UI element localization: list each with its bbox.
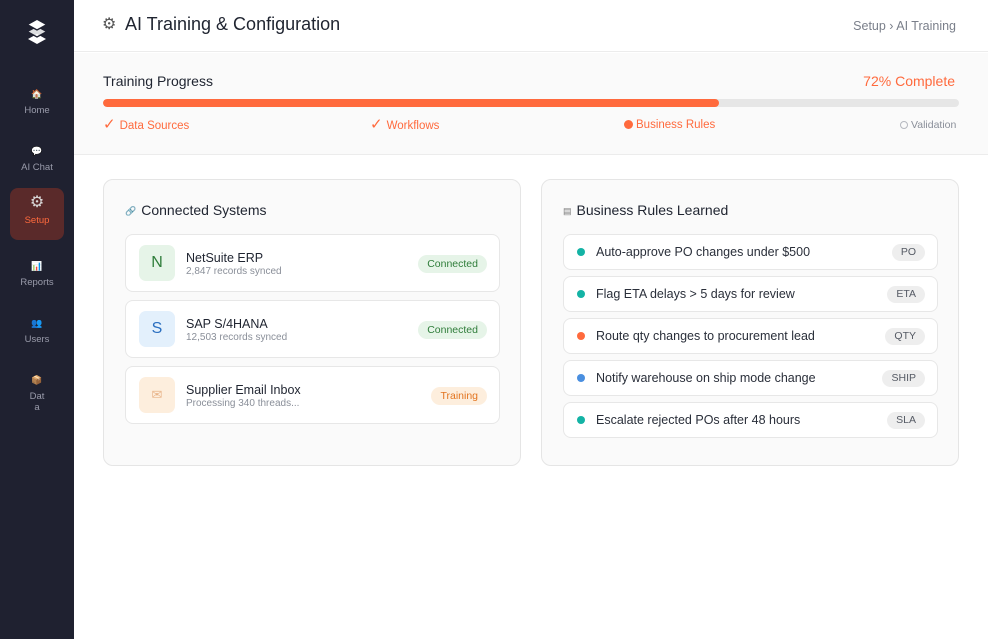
bar-chart-icon: 📊 — [31, 261, 43, 271]
sidebar-item-reports[interactable]: 📊 Reports — [10, 256, 64, 308]
box-icon: 📦 — [31, 375, 43, 385]
rule-item[interactable]: Notify warehouse on ship mode change SHI… — [563, 360, 938, 396]
system-avatar: N — [139, 245, 175, 281]
status-dot-icon — [577, 332, 585, 340]
checkmark-icon: ✓ — [370, 116, 383, 133]
rule-text: Auto-approve PO changes under $500 — [596, 245, 811, 259]
page-header: ⚙ AI Training & Configuration Setup › AI… — [74, 0, 988, 52]
business-rules-card: ▤ Business Rules Learned Auto-approve PO … — [541, 179, 959, 466]
status-dot-icon — [577, 290, 585, 298]
system-item-netsuite[interactable]: N NetSuite ERP 2,847 records synced Conn… — [125, 234, 500, 292]
rule-item[interactable]: Route qty changes to procurement lead QT… — [563, 318, 938, 354]
sidebar-item-label: Home — [24, 105, 50, 116]
rule-tag: PO — [891, 244, 925, 261]
sidebar-item-home[interactable]: 🏠 Home — [10, 84, 64, 136]
system-name: SAP S/4HANA — [186, 317, 268, 331]
rule-text: Escalate rejected POs after 48 hours — [596, 413, 801, 427]
status-dot-icon — [577, 248, 585, 256]
system-avatar: S — [139, 311, 175, 347]
system-item-sap[interactable]: S SAP S/4HANA 12,503 records synced Conn… — [125, 300, 500, 358]
system-item-supplier-email[interactable]: ✉ Supplier Email Inbox Processing 340 th… — [125, 366, 500, 424]
system-meta: 2,847 records synced — [186, 266, 282, 277]
sidebar-item-label: Setup — [24, 215, 50, 226]
sidebar-item-label: AI Chat — [21, 162, 53, 173]
circle-outline-icon — [900, 121, 908, 129]
home-icon: 🏠 — [31, 89, 43, 99]
rule-tag: QTY — [885, 328, 925, 345]
sidebar-item-label: Reports — [20, 277, 54, 288]
rule-tag: SHIP — [882, 370, 925, 387]
progress-label: Training Progress — [103, 73, 213, 89]
rule-item[interactable]: Escalate rejected POs after 48 hours SLA — [563, 402, 938, 438]
chat-bubble-icon: 💬 — [31, 146, 43, 156]
rule-text: Notify warehouse on ship mode change — [596, 371, 816, 385]
system-meta: 12,503 records synced — [186, 332, 288, 343]
status-dot-icon — [577, 374, 585, 382]
gear-icon: ⚙ — [29, 194, 45, 211]
card-title: 🔗 Connected Systems — [125, 202, 267, 218]
rule-text: Route qty changes to procurement lead — [596, 329, 815, 343]
system-name: Supplier Email Inbox — [186, 383, 301, 397]
status-dot-icon — [577, 416, 585, 424]
status-badge: Training — [431, 387, 487, 405]
rule-item[interactable]: Auto-approve PO changes under $500 PO — [563, 234, 938, 270]
connected-systems-card: 🔗 Connected Systems N NetSuite ERP 2,847 … — [103, 179, 521, 466]
list-icon: ▤ — [563, 206, 572, 216]
step-workflows[interactable]: ✓ Workflows — [370, 117, 439, 134]
sidebar-item-users[interactable]: 👥 Users — [10, 313, 64, 365]
dot-icon — [624, 120, 633, 129]
card-title: ▤ Business Rules Learned — [563, 202, 728, 218]
rule-item[interactable]: Flag ETA delays > 5 days for review ETA — [563, 276, 938, 312]
progress-bar-fill — [103, 99, 720, 107]
step-business-rules[interactable]: Business Rules — [624, 117, 715, 133]
logo-icon[interactable] — [25, 19, 49, 45]
sidebar-item-label: Users — [24, 334, 50, 345]
sidebar-item-setup[interactable]: ⚙ Setup — [10, 188, 64, 240]
sidebar-item-data[interactable]: 📦 Dat a — [10, 370, 64, 422]
step-data-sources[interactable]: ✓ Data Sources — [103, 117, 189, 134]
card-title-text: Connected Systems — [141, 202, 267, 218]
sidebar-item-label: Dat a — [29, 391, 45, 413]
step-validation[interactable]: Validation — [900, 117, 956, 133]
training-progress-section: Training Progress 72% Complete ✓ Data Sou… — [74, 53, 988, 155]
checkmark-icon: ✓ — [103, 116, 116, 133]
sidebar-item-ai-chat[interactable]: 💬 AI Chat — [10, 141, 64, 193]
rule-text: Flag ETA delays > 5 days for review — [596, 287, 795, 301]
gear-icon: ⚙ — [102, 16, 117, 33]
system-name: NetSuite ERP — [186, 251, 264, 265]
status-badge: Connected — [418, 321, 487, 339]
rule-tag: SLA — [887, 412, 925, 429]
envelope-icon: ✉ — [139, 377, 175, 413]
rule-tag: ETA — [887, 286, 925, 303]
step-label: Business Rules — [636, 119, 716, 131]
step-label: Workflows — [386, 120, 440, 132]
system-meta: Processing 340 threads... — [186, 398, 300, 409]
breadcrumb[interactable]: Setup › AI Training — [853, 19, 956, 33]
status-badge: Connected — [418, 255, 487, 273]
step-label: Validation — [911, 119, 957, 131]
progress-bar — [103, 99, 959, 107]
progress-percent: 72% Complete — [863, 73, 955, 89]
page-title: AI Training & Configuration — [125, 14, 341, 34]
link-icon: 🔗 — [125, 206, 137, 216]
users-icon: 👥 — [31, 318, 43, 328]
card-title-text: Business Rules Learned — [576, 202, 729, 218]
step-label: Data Sources — [119, 120, 190, 132]
sidebar: 🏠 Home 💬 AI Chat ⚙ Setup 📊 Reports 👥 Use… — [0, 0, 74, 639]
